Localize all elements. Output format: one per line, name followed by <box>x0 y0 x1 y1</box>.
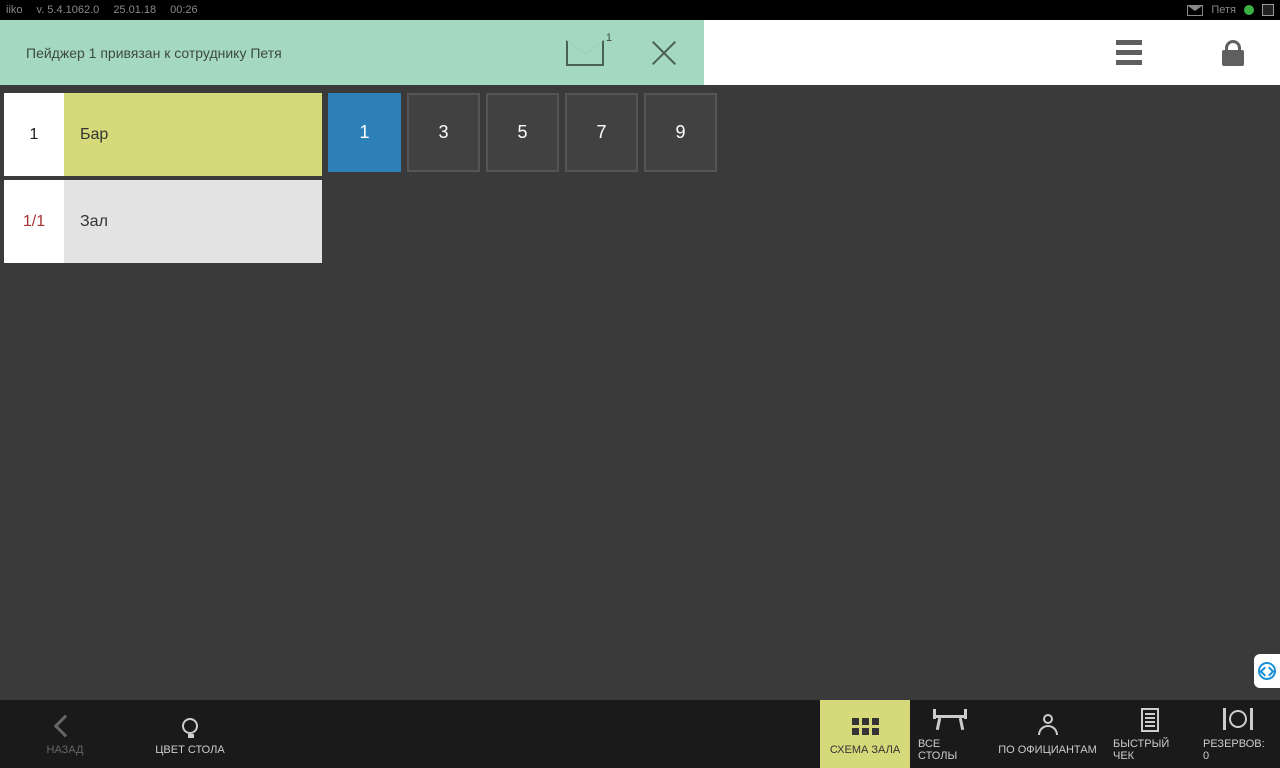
receipt-icon <box>1141 708 1159 732</box>
by-waiter-label: ПО ОФИЦИАНТАМ <box>998 744 1097 756</box>
by-waiter-button[interactable]: ПО ОФИЦИАНТАМ <box>990 700 1105 768</box>
room-name: Бар <box>64 93 322 176</box>
all-tables-button[interactable]: ВСЕ СТОЛЫ <box>910 700 990 768</box>
table-button[interactable]: 1 <box>328 93 401 172</box>
bulb-icon <box>182 718 198 734</box>
room-name: Зал <box>64 180 322 263</box>
app-name: iiko <box>6 4 23 16</box>
table-color-button[interactable]: ЦВЕТ СТОЛА <box>130 700 250 768</box>
table-button[interactable]: 5 <box>486 93 559 172</box>
header-row: Пейджер 1 привязан к сотруднику Петя 1 <box>0 20 1280 85</box>
spacer <box>250 700 820 768</box>
notification-text: Пейджер 1 привязан к сотруднику Петя <box>26 45 282 61</box>
back-button[interactable]: НАЗАД <box>0 700 130 768</box>
close-icon[interactable] <box>650 39 678 67</box>
mail-icon[interactable]: 1 <box>566 40 604 66</box>
content-area: 1 Бар 1/1 Зал 1 3 5 7 9 <box>0 85 1280 263</box>
notification-banner: Пейджер 1 привязан к сотруднику Петя 1 <box>0 20 704 85</box>
bottom-bar: НАЗАД ЦВЕТ СТОЛА СХЕМА ЗАЛА ВСЕ СТОЛЫ ПО… <box>0 700 1280 768</box>
quick-label: БЫСТРЫЙ ЧЕК <box>1113 738 1187 762</box>
status-time: 00:26 <box>170 4 198 16</box>
reserves-label: РЕЗЕРВОВ: 0 <box>1203 738 1272 762</box>
status-online-icon <box>1244 5 1254 15</box>
waiter-icon <box>1038 714 1058 738</box>
grid-icon <box>852 718 879 735</box>
plate-icon <box>1223 708 1253 732</box>
status-bar: iiko v. 5.4.1062.0 25.01.18 00:26 Петя <box>0 0 1280 20</box>
table-button[interactable]: 9 <box>644 93 717 172</box>
room-item-hall[interactable]: 1/1 Зал <box>4 180 322 263</box>
menu-icon[interactable] <box>1116 40 1142 65</box>
back-label: НАЗАД <box>47 744 84 756</box>
app-version: v. 5.4.1062.0 <box>37 4 100 16</box>
all-tables-label: ВСЕ СТОЛЫ <box>918 738 982 762</box>
color-label: ЦВЕТ СТОЛА <box>155 744 224 756</box>
scheme-label: СХЕМА ЗАЛА <box>830 744 900 756</box>
table-button[interactable]: 3 <box>407 93 480 172</box>
table-icon <box>933 709 967 731</box>
chevron-left-icon <box>54 715 77 738</box>
mail-mini-icon[interactable] <box>1187 5 1203 16</box>
reserves-button[interactable]: РЕЗЕРВОВ: 0 <box>1195 700 1280 768</box>
room-item-bar[interactable]: 1 Бар <box>4 93 322 176</box>
room-list: 1 Бар 1/1 Зал <box>4 93 322 263</box>
table-button[interactable]: 7 <box>565 93 638 172</box>
maximize-icon[interactable] <box>1262 4 1274 16</box>
lock-icon[interactable] <box>1222 40 1244 66</box>
header-right <box>704 20 1280 85</box>
quick-check-button[interactable]: БЫСТРЫЙ ЧЕК <box>1105 700 1195 768</box>
teamviewer-icon[interactable] <box>1254 654 1280 688</box>
mail-badge: 1 <box>606 32 612 44</box>
table-list: 1 3 5 7 9 <box>328 93 717 263</box>
floor-plan-button[interactable]: СХЕМА ЗАЛА <box>820 700 910 768</box>
status-date: 25.01.18 <box>113 4 156 16</box>
room-count: 1 <box>4 93 64 176</box>
status-user: Петя <box>1211 4 1236 16</box>
room-count: 1/1 <box>4 180 64 263</box>
